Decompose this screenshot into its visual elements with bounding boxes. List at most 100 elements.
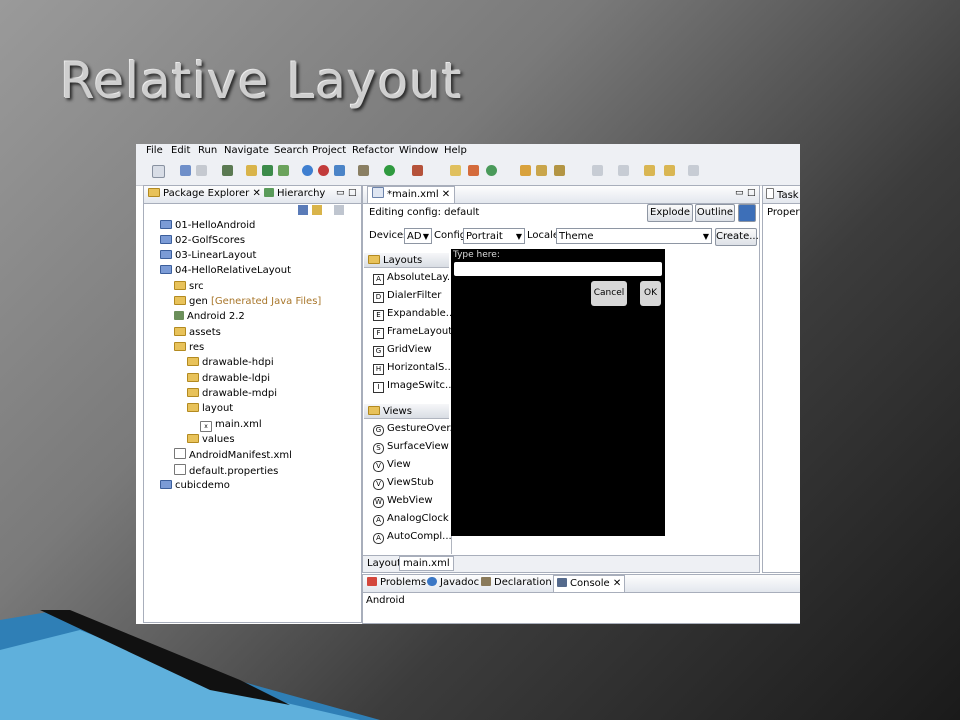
maximize-icon[interactable]: □	[348, 188, 357, 198]
menu-window[interactable]: Window	[399, 145, 438, 156]
collapse-all-icon[interactable]	[298, 205, 308, 215]
tree-item[interactable]: drawable-ldpi	[187, 372, 270, 386]
tab-hierarchy[interactable]: Hierarchy	[264, 188, 325, 199]
link-editor-icon[interactable]	[312, 205, 322, 215]
tree-item[interactable]: drawable-hdpi	[187, 356, 274, 370]
forward-icon[interactable]	[688, 165, 699, 176]
new-interface-icon[interactable]	[468, 165, 479, 176]
palette-item[interactable]: G GridView	[373, 344, 432, 357]
tree-item[interactable]: 04-HelloRelativeLayout	[160, 264, 291, 278]
menu-search[interactable]: Search	[274, 145, 308, 156]
run-icon[interactable]	[384, 165, 395, 176]
android-sdk-icon[interactable]	[222, 165, 233, 176]
palette-item[interactable]: D DialerFilter	[373, 290, 441, 303]
editor-minimize-icon[interactable]: ▭	[735, 188, 744, 198]
tree-item[interactable]: Android 2.2	[174, 310, 245, 324]
stop-icon[interactable]	[318, 165, 329, 176]
tab-package-explorer[interactable]: Package Explorer ✕	[148, 188, 261, 199]
tree-item[interactable]: x main.xml	[200, 418, 262, 432]
tab-javadoc[interactable]: Javadoc	[427, 577, 479, 588]
tab-layout[interactable]: Layout	[367, 558, 401, 569]
palette-item[interactable]: V ViewStub	[373, 477, 434, 490]
slide-title: Relative Layout	[60, 52, 463, 110]
tab-task[interactable]: Task	[766, 188, 799, 201]
create-button[interactable]: Create...	[715, 228, 759, 246]
external-tools-icon[interactable]	[334, 165, 345, 176]
menu-navigate[interactable]: Navigate	[224, 145, 269, 156]
palette-views-header[interactable]: Views	[364, 404, 449, 419]
new-class-icon[interactable]	[278, 165, 289, 176]
tree-item[interactable]: AndroidManifest.xml	[174, 448, 292, 462]
menu-refactor[interactable]: Refactor	[352, 145, 394, 156]
new-project-icon[interactable]	[262, 165, 273, 176]
palette-item[interactable]: A AbsoluteLay...	[373, 272, 456, 285]
devices-combo[interactable]: AD ▼	[404, 228, 432, 244]
tab-problems[interactable]: Problems	[367, 577, 426, 588]
new-icon[interactable]	[152, 165, 165, 178]
palette-item-label: Expandable...	[387, 308, 456, 319]
tab-console[interactable]: Console ✕	[553, 575, 626, 592]
tree-item[interactable]: cubicdemo	[160, 479, 230, 493]
tab-declaration[interactable]: Declaration	[481, 577, 552, 588]
tab-main-xml[interactable]: *main.xml ✕	[367, 186, 456, 203]
last-edit-icon[interactable]	[644, 165, 655, 176]
outline-button[interactable]: Outline	[695, 204, 735, 222]
preview-cancel-button[interactable]: Cancel	[591, 281, 627, 306]
preview-text-field[interactable]	[454, 262, 662, 276]
next-annotation-icon[interactable]	[618, 165, 629, 176]
palette-item[interactable]: G GestureOver...	[373, 423, 459, 436]
menu-file[interactable]: File	[146, 145, 163, 156]
palette-item[interactable]: I ImageSwitc...	[373, 380, 455, 393]
tree-item-label: Android 2.2	[187, 311, 245, 322]
annotation-icon[interactable]	[592, 165, 603, 176]
menu-help[interactable]: Help	[444, 145, 467, 156]
palette-layouts-header[interactable]: Layouts	[364, 253, 449, 268]
debug-icon[interactable]	[358, 165, 369, 176]
save-icon[interactable]	[180, 165, 191, 176]
menu-project[interactable]: Project	[312, 145, 346, 156]
explode-button[interactable]: Explode	[647, 204, 693, 222]
palette-item[interactable]: H HorizontalS...	[373, 362, 454, 375]
tree-item[interactable]: 03-LinearLayout	[160, 249, 256, 263]
tree-item[interactable]: values	[187, 433, 235, 447]
minimize-icon[interactable]: ▭	[336, 188, 345, 198]
view-menu-icon[interactable]	[334, 205, 344, 215]
palette-item[interactable]: F FrameLayout	[373, 326, 452, 339]
globe-icon[interactable]	[302, 165, 313, 176]
menu-edit[interactable]: Edit	[171, 145, 190, 156]
theme-combo[interactable]: Theme ▼	[556, 228, 712, 244]
palette-item-label: FrameLayout	[387, 326, 453, 337]
tree-item[interactable]: gen [Generated Java Files]	[174, 295, 321, 309]
tree-item[interactable]: res	[174, 341, 204, 355]
tree-item[interactable]: default.properties	[174, 464, 278, 478]
tree-item-label: 01-HelloAndroid	[175, 220, 256, 231]
new-enum-icon[interactable]	[486, 165, 497, 176]
tree-item[interactable]: assets	[174, 326, 221, 340]
tree-item[interactable]: layout	[187, 402, 233, 416]
project-icon	[160, 480, 172, 489]
folder-icon[interactable]	[536, 165, 547, 176]
search-icon[interactable]	[554, 165, 565, 176]
config-combo[interactable]: Portrait ▼	[463, 228, 525, 244]
tree-item[interactable]: 01-HelloAndroid	[160, 219, 255, 233]
tree-item[interactable]: src	[174, 280, 204, 294]
print-icon[interactable]	[196, 165, 207, 176]
back-icon[interactable]	[664, 165, 675, 176]
new-package-icon[interactable]	[450, 165, 461, 176]
menu-run[interactable]: Run	[198, 145, 217, 156]
editor-maximize-icon[interactable]: □	[747, 188, 756, 198]
open-task-icon[interactable]	[520, 165, 531, 176]
tools-icon[interactable]	[412, 165, 423, 176]
palette-item[interactable]: A AutoCompl...	[373, 531, 452, 544]
palette-item[interactable]: V View	[373, 459, 411, 472]
palette-item[interactable]: W WebView	[373, 495, 433, 508]
tree-item[interactable]: 02-GolfScores	[160, 234, 245, 248]
layout-mode-icon[interactable]	[738, 204, 756, 222]
palette-item[interactable]: E Expandable...	[373, 308, 455, 321]
tree-item[interactable]: drawable-mdpi	[187, 387, 277, 401]
palette-item[interactable]: A AnalogClock	[373, 513, 449, 526]
preview-ok-button[interactable]: OK	[640, 281, 661, 306]
palette-item[interactable]: S SurfaceView	[373, 441, 449, 454]
open-type-icon[interactable]	[246, 165, 257, 176]
tab-main-xml-source[interactable]: main.xml	[399, 556, 454, 571]
